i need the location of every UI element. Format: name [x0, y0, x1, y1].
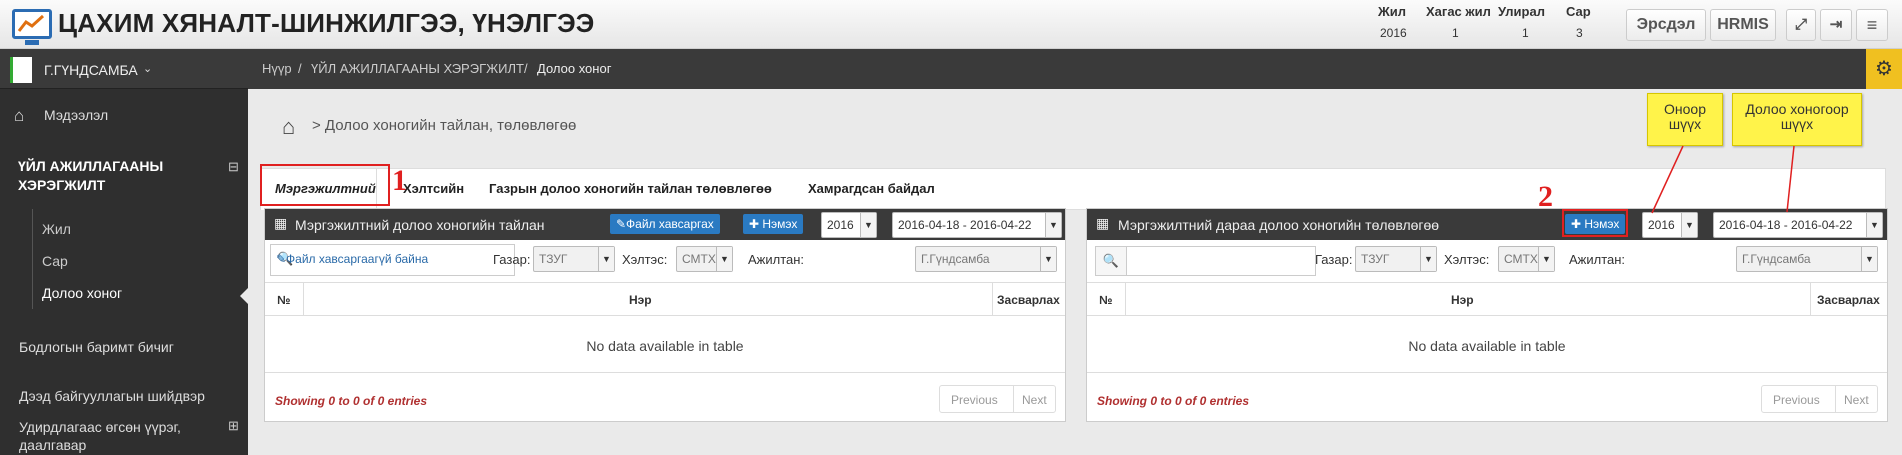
annotation-arrows	[1651, 145, 1795, 214]
